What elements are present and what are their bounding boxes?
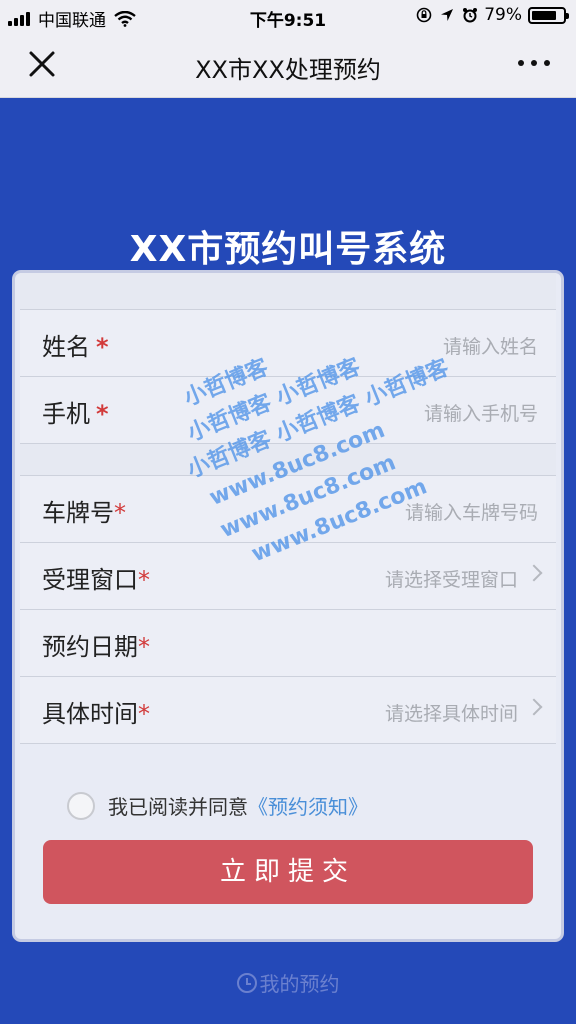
alarm-icon (463, 8, 478, 23)
page-heading: XX市预约叫号系统 (129, 229, 447, 270)
rotation-lock-icon (416, 7, 432, 23)
time-select[interactable]: 请选择具体时间 (385, 699, 518, 726)
agreement: 我已阅读并同意 《预约须知》 (67, 791, 368, 820)
my-appointments-label: 我的预约 (259, 972, 340, 996)
clock-icon (236, 972, 257, 993)
nav-bar: XX市XX处理预约 (0, 32, 576, 98)
chevron-right-icon (525, 564, 543, 582)
more-icon[interactable] (511, 60, 550, 66)
agreement-link[interactable]: 《预约须知》 (248, 791, 368, 820)
window-select[interactable]: 请选择受理窗口 (385, 565, 518, 592)
submit-button[interactable]: 立即提交 (43, 840, 533, 904)
chevron-right-icon (525, 698, 543, 716)
name-label: 姓名 * (42, 333, 109, 361)
battery-icon (528, 6, 569, 24)
time-label: 具体时间* (42, 700, 150, 728)
form-gap-top (20, 273, 556, 309)
time-row[interactable]: 具体时间* 请选择具体时间 (20, 676, 556, 744)
name-input[interactable]: 请输入姓名 (443, 332, 538, 359)
date-row[interactable]: 预约日期* (20, 609, 556, 676)
nav-title: XX市XX处理预约 (195, 56, 381, 84)
status-bar: 中国联通 下午9:51 79% (0, 0, 576, 32)
phone-label: 手机 * (42, 400, 109, 428)
my-appointments-link[interactable]: 我的预约 (0, 968, 576, 997)
agreement-checkbox[interactable] (67, 791, 95, 820)
location-icon (441, 9, 454, 21)
plate-label: 车牌号* (42, 499, 126, 527)
status-right: 79% (416, 5, 569, 25)
date-label: 预约日期* (42, 633, 150, 661)
battery-percent: 79% (484, 5, 522, 25)
agreement-text: 我已阅读并同意 (108, 795, 248, 819)
window-label: 受理窗口* (42, 566, 150, 594)
